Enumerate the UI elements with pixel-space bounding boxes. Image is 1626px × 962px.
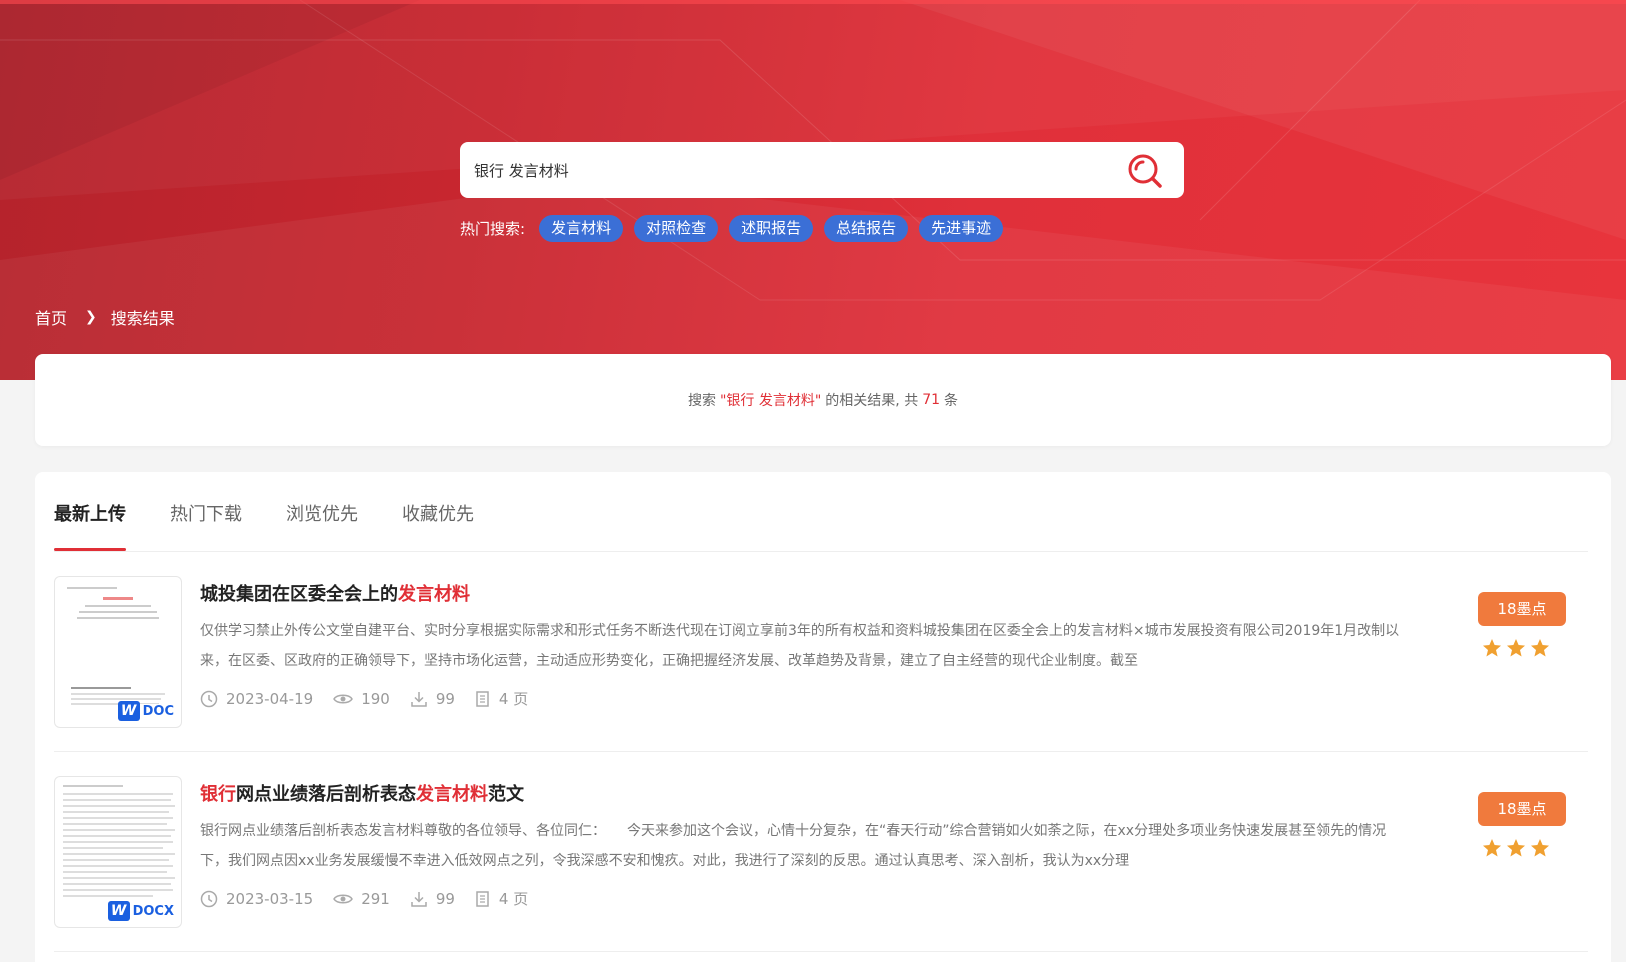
sort-tabs: 最新上传 热门下载 浏览优先 收藏优先 [54,472,1588,552]
search-box [460,142,1184,198]
result-item[interactable]: W DOCX 银行网点业绩落后剖析表态发言材料范文 银行网点业绩落后剖析表态发言… [54,752,1588,952]
summary-middle: 的相关结果, 共 [825,393,919,409]
chevron-right-icon: ❯ [85,309,97,325]
price-badge: 18墨点 [1478,592,1566,626]
eye-icon [333,694,354,703]
download-icon [411,691,427,707]
breadcrumb-home-link[interactable]: 首页 [35,305,67,329]
hot-search-bar: 热门搜索: 发言材料 对照检查 述职报告 总结报告 先进事迹 [460,214,1014,242]
page-icon [476,890,489,907]
eye-icon [333,894,354,903]
meta-pages-text: 4 页 [498,690,529,708]
file-type-badge: W DOCX [107,901,177,921]
meta-views: 291 [333,890,390,908]
results-panel: 最新上传 热门下载 浏览优先 收藏优先 W DOC 城投集团在区委全会上的发言材… [35,472,1611,962]
title-text: 范文 [488,784,524,805]
title-highlight: 发言材料 [416,784,488,805]
star-icon [1531,839,1549,857]
hot-tag[interactable]: 总结报告 [824,214,909,242]
meta-views-text: 291 [361,889,390,908]
breadcrumb-current: 搜索结果 [110,309,175,328]
price-badge: 18墨点 [1478,792,1566,826]
hot-tag[interactable]: 先进事迹 [919,214,1004,242]
summary-query: "银行 发言材料" [719,393,822,409]
star-icon [1507,639,1525,657]
result-description: 仅供学习禁止外传公文堂自建平台、实时分享根据实际需求和形式任务不断迭代现在订阅立… [200,623,1400,669]
title-highlight: 银行 [200,784,236,805]
tab-view-priority[interactable]: 浏览优先 [286,472,358,551]
result-meta: 2023-03-15 291 99 4 页 [200,888,548,909]
breadcrumb: 首页 ❯ 搜索结果 [35,305,175,329]
document-thumbnail[interactable]: W DOC [54,576,182,728]
file-type-label: DOCX [129,903,177,919]
clock-icon [200,690,218,707]
title-highlight: 发言材料 [398,584,470,605]
meta-downloads: 99 [410,690,455,708]
search-input[interactable] [474,142,1114,198]
result-meta: 2023-04-19 190 99 4 页 [200,688,548,709]
document-thumbnail[interactable]: W DOCX [54,776,182,928]
meta-date: 2023-04-19 [200,690,313,708]
tab-hot-download[interactable]: 热门下载 [170,472,242,551]
meta-pages: 4 页 [475,888,528,909]
meta-pages-text: 4 页 [498,890,529,908]
meta-downloads: 99 [410,890,455,908]
hero-banner: 热门搜索: 发言材料 对照检查 述职报告 总结报告 先进事迹 首页 ❯ 搜索结果 [0,0,1626,380]
summary-prefix: 搜索 [687,393,716,409]
search-summary: 搜索 "银行 发言材料" 的相关结果, 共 71 条 [35,354,1611,446]
rating-stars [1482,638,1554,658]
meta-views-text: 190 [361,689,390,708]
summary-suffix: 条 [944,393,959,409]
star-icon [1507,839,1525,857]
result-item[interactable]: W DOC 城投集团在区委全会上的发言材料 仅供学习禁止外传公文堂自建平台、实时… [54,552,1588,752]
search-icon[interactable] [1126,152,1164,190]
meta-pages: 4 页 [475,688,528,709]
hot-tag[interactable]: 述职报告 [729,214,814,242]
meta-downloads-text: 99 [435,689,455,708]
meta-date-text: 2023-03-15 [226,889,314,908]
star-icon [1483,639,1501,657]
meta-views: 190 [333,690,390,708]
word-icon: W [117,701,140,721]
meta-downloads-text: 99 [435,889,455,908]
download-icon [411,891,427,907]
file-type-label: DOC [139,703,177,719]
summary-count: 71 [922,392,941,408]
meta-date: 2023-03-15 [200,890,313,908]
meta-date-text: 2023-04-19 [226,689,314,708]
title-text: 网点业绩落后剖析表态 [236,784,416,805]
hot-tag[interactable]: 发言材料 [539,214,624,242]
star-icon [1483,839,1501,857]
result-title[interactable]: 银行网点业绩落后剖析表态发言材料范文 [200,780,524,806]
title-text: 城投集团在区委全会上的 [200,584,398,605]
star-icon [1531,639,1549,657]
word-icon: W [107,901,130,921]
result-title[interactable]: 城投集团在区委全会上的发言材料 [200,580,470,606]
clock-icon [200,890,218,907]
hot-tag[interactable]: 对照检查 [634,214,719,242]
tab-latest-upload[interactable]: 最新上传 [54,472,126,551]
tab-favorite-priority[interactable]: 收藏优先 [402,472,474,551]
page-icon [476,690,489,707]
rating-stars [1482,838,1554,858]
hot-search-label: 热门搜索: [460,219,526,238]
file-type-badge: W DOC [117,701,177,721]
result-description: 银行网点业绩落后剖析表态发言材料尊敬的各位领导、各位同仁： 今天来参加这个会议，… [200,823,1387,869]
